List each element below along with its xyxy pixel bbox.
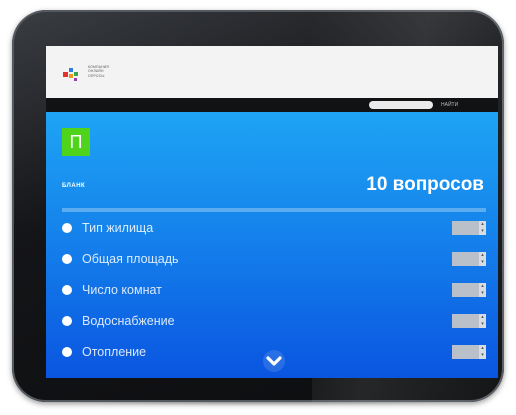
updown-arrows-icon: ▴ ▾ xyxy=(479,252,486,266)
question-label: Общая площадь xyxy=(82,252,179,266)
search-button[interactable]: НАЙТИ xyxy=(441,100,458,110)
question-label: Водоснабжение xyxy=(82,314,175,328)
updown-arrows-icon: ▴ ▾ xyxy=(479,345,486,359)
answer-select[interactable]: ▴ ▾ xyxy=(452,221,486,235)
section-divider xyxy=(62,208,486,212)
top-navbar: НАЙТИ xyxy=(46,98,498,112)
answer-select[interactable]: ▴ ▾ xyxy=(452,345,486,359)
form-badge-caption: БЛАНК xyxy=(62,183,86,189)
question-label: Тип жилища xyxy=(82,221,154,235)
updown-arrows-icon: ▴ ▾ xyxy=(479,314,486,328)
logo-mark-icon xyxy=(63,68,78,81)
question-label: Число комнат xyxy=(82,283,162,297)
question-row[interactable]: Общая площадь ▴ ▾ xyxy=(62,250,486,270)
updown-arrows-icon: ▴ ▾ xyxy=(479,221,486,235)
question-label: Отопление xyxy=(82,345,147,359)
radio-bullet-icon[interactable] xyxy=(62,223,72,233)
survey-panel: П БЛАНК 10 вопросов Тип жилища ▴ ▾ Общая … xyxy=(46,112,498,378)
form-badge[interactable]: П xyxy=(62,128,90,156)
question-row[interactable]: Число комнат ▴ ▾ xyxy=(62,281,486,301)
question-row[interactable]: Водоснабжение ▴ ▾ xyxy=(62,312,486,332)
search-input[interactable] xyxy=(369,101,433,109)
updown-arrows-icon: ▴ ▾ xyxy=(479,283,486,297)
answer-select[interactable]: ▴ ▾ xyxy=(452,314,486,328)
radio-bullet-icon[interactable] xyxy=(62,254,72,264)
logo-line: ОПРОСЫ xyxy=(88,73,105,78)
chevron-down-icon xyxy=(266,356,282,366)
tablet-frame: КОМПАНИЯ ОНЛАЙН ОПРОСЫ НАЙТИ П БЛАНК 10 … xyxy=(12,10,504,402)
radio-bullet-icon[interactable] xyxy=(62,316,72,326)
tablet-screen: КОМПАНИЯ ОНЛАЙН ОПРОСЫ НАЙТИ П БЛАНК 10 … xyxy=(46,46,498,378)
radio-bullet-icon[interactable] xyxy=(62,347,72,357)
answer-select[interactable]: ▴ ▾ xyxy=(452,252,486,266)
questions-count: 10 вопросов xyxy=(366,174,484,195)
radio-bullet-icon[interactable] xyxy=(62,285,72,295)
answer-select[interactable]: ▴ ▾ xyxy=(452,283,486,297)
site-logo[interactable]: КОМПАНИЯ ОНЛАЙН ОПРОСЫ xyxy=(62,65,140,85)
site-header: КОМПАНИЯ ОНЛАЙН ОПРОСЫ xyxy=(46,46,498,98)
scroll-down-button[interactable] xyxy=(263,350,285,372)
logo-text: КОМПАНИЯ ОНЛАЙН ОПРОСЫ xyxy=(88,65,144,78)
question-row[interactable]: Тип жилища ▴ ▾ xyxy=(62,219,486,239)
